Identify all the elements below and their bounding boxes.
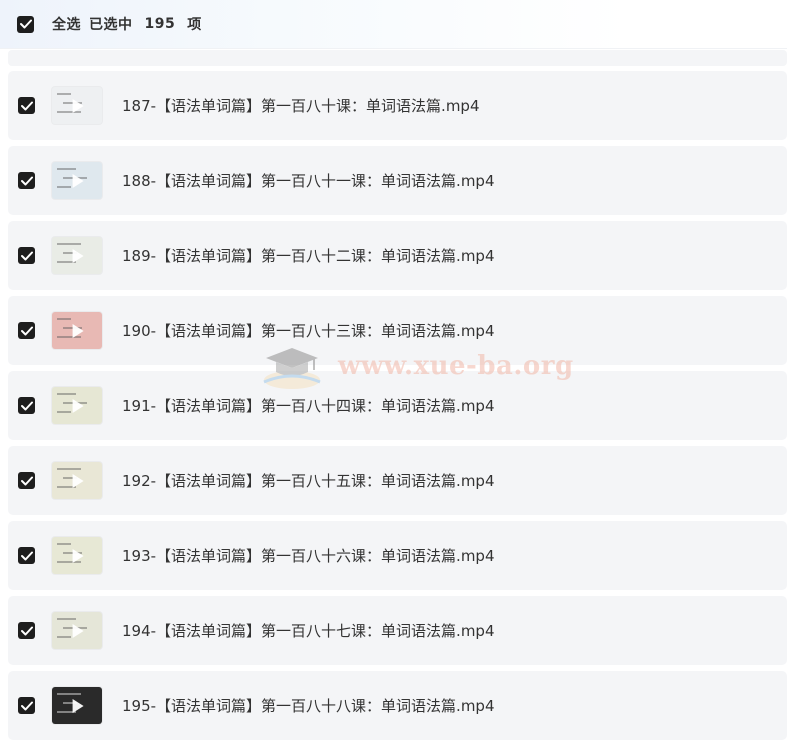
file-checkbox[interactable]: [18, 97, 35, 114]
video-thumbnail[interactable]: [52, 387, 102, 424]
file-name: 195-【语法单词篇】第一百八十八课：单词语法篇.mp4: [122, 697, 495, 715]
play-icon: [72, 698, 84, 713]
checkmark-icon: [20, 626, 33, 635]
file-row[interactable]: 191-【语法单词篇】第一百八十四课：单词语法篇.mp4: [8, 371, 787, 440]
play-icon: [72, 98, 84, 113]
file-row[interactable]: 189-【语法单词篇】第一百八十二课：单词语法篇.mp4: [8, 221, 787, 290]
video-thumbnail[interactable]: [52, 612, 102, 649]
file-checkbox[interactable]: [18, 172, 35, 189]
play-icon: [72, 473, 84, 488]
file-name: 193-【语法单词篇】第一百八十六课：单词语法篇.mp4: [122, 547, 495, 565]
selected-count: 195: [144, 16, 176, 32]
file-row[interactable]: 193-【语法单词篇】第一百八十六课：单词语法篇.mp4: [8, 521, 787, 590]
file-name: 192-【语法单词篇】第一百八十五课：单词语法篇.mp4: [122, 472, 495, 490]
selection-summary: 全选 已选中 195 项: [52, 14, 202, 34]
file-checkbox[interactable]: [18, 622, 35, 639]
checkmark-icon: [20, 551, 33, 560]
selected-prefix: 已选中: [89, 17, 133, 33]
video-thumbnail[interactable]: [52, 462, 102, 499]
video-thumbnail[interactable]: [52, 537, 102, 574]
checkmark-icon: [20, 401, 33, 410]
file-checkbox[interactable]: [18, 397, 35, 414]
file-checkbox[interactable]: [18, 547, 35, 564]
file-row[interactable]: 192-【语法单词篇】第一百八十五课：单词语法篇.mp4: [8, 446, 787, 515]
video-thumbnail[interactable]: [52, 312, 102, 349]
play-icon: [72, 248, 84, 263]
file-checkbox[interactable]: [18, 472, 35, 489]
select-all-label[interactable]: 全选: [52, 14, 81, 34]
checkmark-icon: [19, 19, 32, 29]
file-name: 191-【语法单词篇】第一百八十四课：单词语法篇.mp4: [122, 397, 495, 415]
play-icon: [72, 548, 84, 563]
selection-header: 全选 已选中 195 项: [0, 0, 787, 49]
video-thumbnail[interactable]: [52, 87, 102, 124]
video-thumbnail[interactable]: [52, 687, 102, 724]
file-row[interactable]: 194-【语法单词篇】第一百八十七课：单词语法篇.mp4: [8, 596, 787, 665]
play-icon: [72, 173, 84, 188]
file-row[interactable]: 190-【语法单词篇】第一百八十三课：单词语法篇.mp4: [8, 296, 787, 365]
file-row[interactable]: 188-【语法单词篇】第一百八十一课：单词语法篇.mp4: [8, 146, 787, 215]
play-icon: [72, 398, 84, 413]
play-icon: [72, 323, 84, 338]
file-name: 187-【语法单词篇】第一百八十课：单词语法篇.mp4: [122, 97, 480, 115]
file-row[interactable]: 195-【语法单词篇】第一百八十八课：单词语法篇.mp4: [8, 671, 787, 740]
file-name: 189-【语法单词篇】第一百八十二课：单词语法篇.mp4: [122, 247, 495, 265]
file-name: 188-【语法单词篇】第一百八十一课：单词语法篇.mp4: [122, 172, 495, 190]
list-row-partial: [8, 50, 787, 66]
checkmark-icon: [20, 101, 33, 110]
file-checkbox[interactable]: [18, 697, 35, 714]
video-thumbnail[interactable]: [52, 237, 102, 274]
select-all-checkbox[interactable]: [17, 15, 34, 33]
checkmark-icon: [20, 326, 33, 335]
video-thumbnail[interactable]: [52, 162, 102, 199]
file-checkbox[interactable]: [18, 247, 35, 264]
play-icon: [72, 623, 84, 638]
checkmark-icon: [20, 701, 33, 710]
selected-suffix: 项: [187, 17, 202, 33]
file-checkbox[interactable]: [18, 322, 35, 339]
checkmark-icon: [20, 251, 33, 260]
file-name: 190-【语法单词篇】第一百八十三课：单词语法篇.mp4: [122, 322, 495, 340]
checkmark-icon: [20, 176, 33, 185]
checkmark-icon: [20, 476, 33, 485]
file-row[interactable]: 187-【语法单词篇】第一百八十课：单词语法篇.mp4: [8, 71, 787, 140]
file-name: 194-【语法单词篇】第一百八十七课：单词语法篇.mp4: [122, 622, 495, 640]
file-list: 187-【语法单词篇】第一百八十课：单词语法篇.mp4 188-【语法单词篇】第一…: [8, 71, 787, 746]
